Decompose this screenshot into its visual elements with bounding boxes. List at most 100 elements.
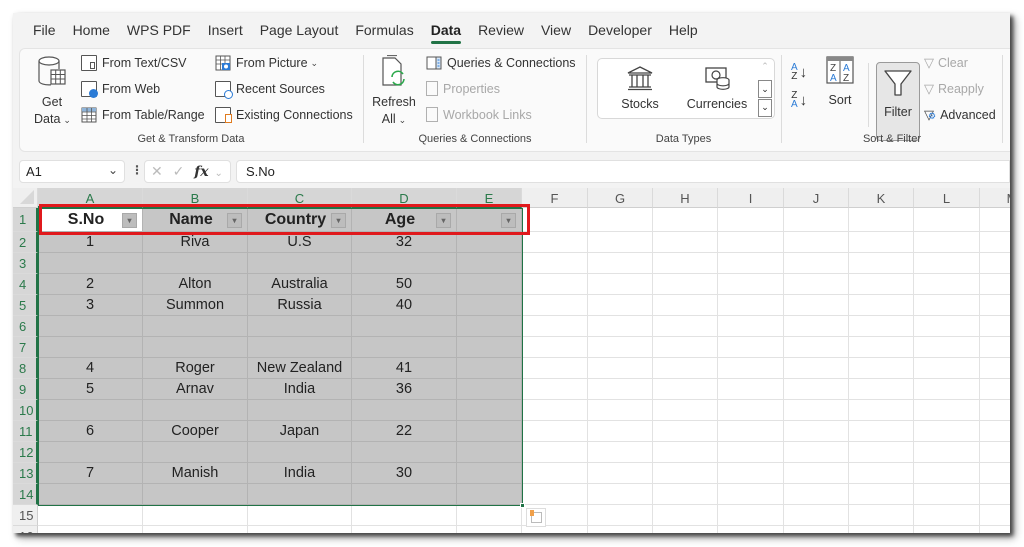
cell-C12[interactable]	[248, 442, 352, 463]
cell-H2[interactable]	[653, 232, 718, 253]
cell-B15[interactable]	[143, 505, 248, 526]
from-web-button[interactable]: From Web	[81, 81, 160, 98]
gallery-scroll-down[interactable]: ⌄	[758, 80, 772, 98]
cell-H6[interactable]	[653, 316, 718, 337]
cell-C4[interactable]: Australia	[248, 274, 352, 295]
filter-dropdown-icon[interactable]: ▾	[122, 213, 137, 228]
cell-A7[interactable]	[38, 337, 143, 358]
cell-G15[interactable]	[588, 505, 653, 526]
cell-E5[interactable]	[457, 295, 522, 316]
column-header-F[interactable]: F	[522, 188, 588, 208]
cell-A13[interactable]: 7	[38, 463, 143, 484]
cell-G11[interactable]	[588, 421, 653, 442]
row-header-4[interactable]: 4	[13, 274, 38, 295]
advanced-filter-button[interactable]: ▽⚙ Advanced	[924, 107, 996, 123]
cell-L3[interactable]	[914, 253, 980, 274]
column-header-D[interactable]: D	[352, 188, 457, 208]
cell-I11[interactable]	[718, 421, 784, 442]
fill-handle[interactable]	[520, 503, 525, 508]
cell-J10[interactable]	[784, 400, 849, 421]
enter-icon[interactable]: ✓	[173, 163, 185, 179]
cell-I12[interactable]	[718, 442, 784, 463]
cell-A15[interactable]	[38, 505, 143, 526]
cell-H4[interactable]	[653, 274, 718, 295]
row-header-2[interactable]: 2	[13, 232, 38, 253]
column-header-B[interactable]: B	[143, 188, 248, 208]
properties-button[interactable]: Properties	[426, 81, 500, 96]
tab-file[interactable]: File	[33, 20, 56, 40]
chevron-down-icon[interactable]: ⌄	[108, 163, 118, 177]
cell-E10[interactable]	[457, 400, 522, 421]
filter-dropdown-icon[interactable]: ▾	[436, 213, 451, 228]
row-header-3[interactable]: 3	[13, 253, 38, 274]
cell-A11[interactable]: 6	[38, 421, 143, 442]
tab-wps-pdf[interactable]: WPS PDF	[127, 20, 191, 40]
cell-E16[interactable]	[457, 526, 522, 533]
cell-C13[interactable]: India	[248, 463, 352, 484]
filter-dropdown-icon[interactable]: ▾	[501, 213, 516, 228]
cell-K2[interactable]	[849, 232, 914, 253]
cell-H7[interactable]	[653, 337, 718, 358]
tab-data[interactable]: Data	[430, 20, 462, 44]
cancel-icon[interactable]: ✕	[151, 163, 163, 179]
row-header-16[interactable]: 16	[13, 526, 38, 533]
cell-E6[interactable]	[457, 316, 522, 337]
get-data-button[interactable]: Get Data ⌄	[34, 55, 71, 129]
cell-A12[interactable]	[38, 442, 143, 463]
cell-H3[interactable]	[653, 253, 718, 274]
sort-z-to-a-button[interactable]: Z A ↓	[791, 91, 807, 110]
cell-M8[interactable]	[980, 358, 1010, 379]
tab-insert[interactable]: Insert	[208, 20, 243, 40]
cell-J16[interactable]	[784, 526, 849, 533]
cell-G16[interactable]	[588, 526, 653, 533]
row-header-12[interactable]: 12	[13, 442, 38, 463]
existing-connections-button[interactable]: Existing Connections	[215, 107, 353, 123]
column-header-I[interactable]: I	[718, 188, 784, 208]
row-header-8[interactable]: 8	[13, 358, 38, 379]
cell-E9[interactable]	[457, 379, 522, 400]
gallery-scroll-up[interactable]: ⌃	[758, 61, 772, 79]
cell-I4[interactable]	[718, 274, 784, 295]
cell-F8[interactable]	[522, 358, 588, 379]
cell-B16[interactable]	[143, 526, 248, 533]
cell-F3[interactable]	[522, 253, 588, 274]
column-header-E[interactable]: E	[457, 188, 522, 208]
cell-K11[interactable]	[849, 421, 914, 442]
row-header-14[interactable]: 14	[13, 484, 38, 505]
filter-dropdown-icon[interactable]: ▾	[331, 213, 346, 228]
cell-A6[interactable]	[38, 316, 143, 337]
cell-M2[interactable]	[980, 232, 1010, 253]
cell-H8[interactable]	[653, 358, 718, 379]
filter-button[interactable]: Filter	[876, 62, 920, 141]
cell-E11[interactable]	[457, 421, 522, 442]
filter-dropdown-icon[interactable]: ▾	[227, 213, 242, 228]
cell-B11[interactable]: Cooper	[143, 421, 248, 442]
cell-J13[interactable]	[784, 463, 849, 484]
cell-L6[interactable]	[914, 316, 980, 337]
column-header-A[interactable]: A	[38, 188, 143, 208]
cell-E3[interactable]	[457, 253, 522, 274]
cell-M14[interactable]	[980, 484, 1010, 505]
row-header-7[interactable]: 7	[13, 337, 38, 358]
cell-G14[interactable]	[588, 484, 653, 505]
cell-K5[interactable]	[849, 295, 914, 316]
cell-J11[interactable]	[784, 421, 849, 442]
cell-K8[interactable]	[849, 358, 914, 379]
cell-J15[interactable]	[784, 505, 849, 526]
cell-M11[interactable]	[980, 421, 1010, 442]
cell-M5[interactable]	[980, 295, 1010, 316]
cell-I7[interactable]	[718, 337, 784, 358]
cell-I13[interactable]	[718, 463, 784, 484]
cell-D11[interactable]: 22	[352, 421, 457, 442]
stocks-button[interactable]: Stocks	[608, 65, 672, 113]
cell-M1[interactable]	[980, 208, 1010, 232]
cell-M16[interactable]	[980, 526, 1010, 533]
cell-E12[interactable]	[457, 442, 522, 463]
cell-J6[interactable]	[784, 316, 849, 337]
cell-F2[interactable]	[522, 232, 588, 253]
column-header-G[interactable]: G	[588, 188, 653, 208]
cell-C9[interactable]: India	[248, 379, 352, 400]
tab-page-layout[interactable]: Page Layout	[260, 20, 339, 40]
cell-A14[interactable]	[38, 484, 143, 505]
column-header-L[interactable]: L	[914, 188, 980, 208]
